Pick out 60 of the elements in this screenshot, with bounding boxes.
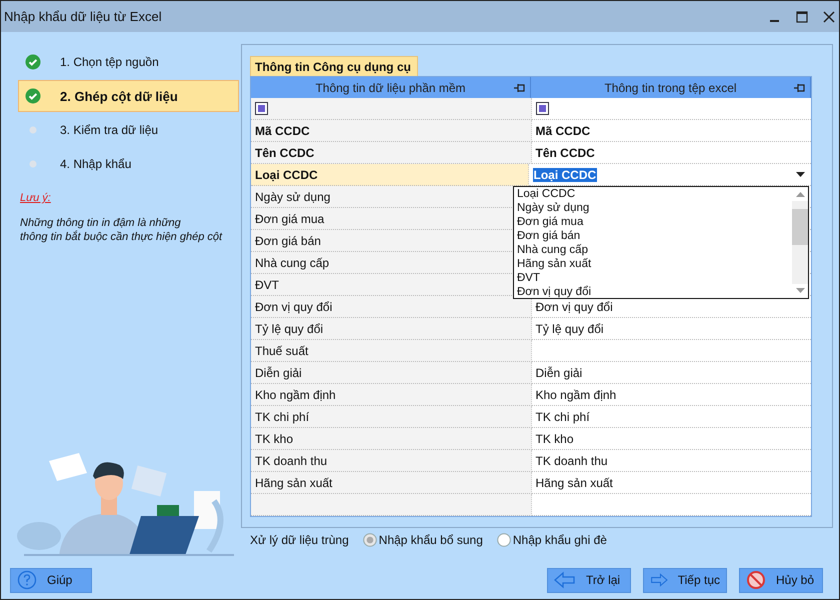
duplicate-label: Xử lý dữ liệu trùng bbox=[250, 533, 349, 547]
table-cell: Hãng sản xuất bbox=[532, 472, 811, 494]
note-text: Những thông tin in đậm là những thông tin bắt buộc cần thực hiện ghép cột bbox=[20, 216, 224, 244]
pin-icon[interactable] bbox=[514, 83, 526, 93]
table-cell: TK doanh thu bbox=[251, 450, 532, 472]
table-cell: Hãng sản xuất bbox=[251, 472, 532, 494]
step-item[interactable]: 3. Kiểm tra dữ liệu bbox=[18, 114, 239, 146]
dropdown-option[interactable]: Ngày sử dụng bbox=[514, 201, 792, 215]
dropdown-option[interactable]: Hãng sản xuất bbox=[514, 257, 792, 271]
table-cell: TK doanh thu bbox=[532, 450, 811, 472]
dropdown-option[interactable]: ĐVT bbox=[514, 271, 792, 285]
cancel-button[interactable]: Hủy bỏ bbox=[739, 568, 823, 592]
dropdown-option[interactable]: Đơn giá bán bbox=[514, 229, 792, 243]
step-item[interactable]: 1. Chọn tệp nguồn bbox=[18, 46, 239, 78]
table-cell: Tỷ lệ quy đổi bbox=[532, 318, 811, 340]
table-cell: Mã CCDC bbox=[532, 120, 811, 142]
next-button[interactable]: Tiếp tục bbox=[643, 568, 727, 592]
table-cell: TK chi phí bbox=[532, 406, 811, 428]
step-item[interactable]: 4. Nhập khẩu bbox=[18, 148, 239, 180]
radio-option[interactable]: Nhập khẩu ghi đè bbox=[496, 533, 607, 547]
checkbox[interactable] bbox=[536, 102, 548, 115]
table-cell: TK kho bbox=[532, 428, 811, 450]
scroll-down-icon[interactable] bbox=[796, 288, 804, 294]
left-arrow-icon bbox=[554, 571, 576, 589]
step-item[interactable]: 2. Ghép cột dữ liệu bbox=[18, 80, 239, 112]
table-cell: Kho ngầm định bbox=[532, 384, 811, 406]
table-cell: Tên CCDC bbox=[532, 142, 811, 164]
table-cell: TK chi phí bbox=[251, 406, 532, 428]
prohibited-icon bbox=[746, 570, 766, 590]
table-cell: Kho ngầm định bbox=[251, 384, 532, 406]
table-cell: Diễn giải bbox=[251, 362, 532, 384]
dropdown-option[interactable]: Nhà cung cấp bbox=[514, 243, 792, 257]
radio-icon[interactable] bbox=[496, 533, 511, 547]
table-cell: TK kho bbox=[251, 428, 532, 450]
table-cell: Tên CCDC bbox=[251, 142, 532, 164]
check-icon bbox=[25, 88, 41, 104]
dropdown-arrow-icon[interactable] bbox=[796, 172, 805, 178]
table-cell: Tỷ lệ quy đổi bbox=[251, 318, 532, 340]
check-icon bbox=[25, 54, 41, 70]
table-cell: Thuế suất bbox=[251, 340, 532, 362]
right-arrow-icon bbox=[650, 571, 668, 589]
window-title: Nhập khẩu dữ liệu từ Excel bbox=[4, 9, 162, 24]
close-icon[interactable] bbox=[823, 10, 835, 22]
dropdown-option[interactable]: Đơn giá mua bbox=[514, 215, 792, 229]
maximize-icon[interactable] bbox=[796, 10, 808, 22]
table-cell: Mã CCDC bbox=[251, 120, 532, 142]
table-cell: Diễn giải bbox=[532, 362, 811, 384]
dropdown-field[interactable]: Loại CCDC bbox=[528, 164, 811, 186]
table-cell: Đơn vị quy đổi bbox=[251, 296, 532, 318]
dropdown-option[interactable]: Loại CCDC bbox=[514, 187, 792, 201]
dropdown-option[interactable]: Đơn vị quy đổi bbox=[514, 285, 792, 299]
checkbox[interactable] bbox=[255, 102, 268, 115]
help-icon bbox=[17, 570, 37, 590]
help-button[interactable]: Giúp bbox=[10, 568, 92, 592]
table-cell: Loại CCDC bbox=[251, 164, 528, 186]
scroll-up-icon[interactable] bbox=[796, 191, 804, 197]
note-title: Lưu ý: bbox=[20, 192, 51, 204]
pin-icon[interactable] bbox=[794, 83, 806, 93]
back-button[interactable]: Trở lại bbox=[547, 568, 631, 592]
panel-tab[interactable]: Thông tin Công cụ dụng cụ bbox=[250, 56, 418, 76]
